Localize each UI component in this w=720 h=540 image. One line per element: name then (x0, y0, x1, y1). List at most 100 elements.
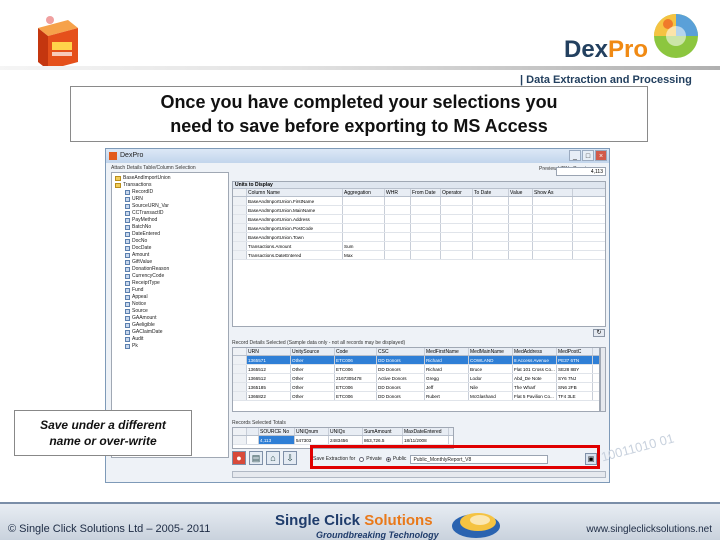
horizontal-scrollbar[interactable] (232, 471, 606, 478)
table-row[interactable]: BaseAndImportUnion.FirstName (233, 197, 605, 206)
table-row[interactable]: Transactions.DateEntered Max (233, 251, 605, 260)
tree-node[interactable]: URN (115, 196, 228, 203)
close-button[interactable]: × (595, 150, 607, 161)
table-cell: Active Donors (377, 374, 425, 382)
tree-node[interactable]: Transactions (115, 182, 228, 189)
footer: © Single Click Solutions Ltd – 2005- 201… (0, 502, 720, 540)
table-cell: TF4 3LE (557, 392, 593, 400)
column-header[interactable]: MedFirstName (425, 348, 469, 355)
table-cell: 8 Access Avenue (513, 356, 557, 364)
tree-node[interactable]: Notice (115, 301, 228, 308)
column-header[interactable]: MedMainName (469, 348, 513, 355)
column-header[interactable]: Operator (441, 189, 473, 196)
tree-node[interactable]: Fund (115, 287, 228, 294)
table-cell (343, 206, 385, 214)
table-row[interactable]: BaseAndImportUnion.Town (233, 233, 605, 242)
table-cell (509, 242, 533, 250)
export-icon[interactable]: ⇩ (283, 451, 297, 465)
column-header[interactable]: WHR (385, 189, 411, 196)
table-row[interactable]: 1366512 Other 2167305478 Active Donors Gregg… (233, 374, 599, 383)
tree-node[interactable]: DateEntered (115, 231, 228, 238)
column-header[interactable]: Value (509, 189, 533, 196)
column-header[interactable]: UnitySource (291, 348, 335, 355)
column-header[interactable]: SumAmount (363, 428, 403, 435)
column-header[interactable]: UNIQnum (295, 428, 329, 435)
maximize-button[interactable]: □ (582, 150, 594, 161)
tree-node[interactable]: BaseAndImportUnion (115, 175, 228, 182)
tree-node[interactable]: Appeal (115, 294, 228, 301)
table-cell: ETC006 (335, 383, 377, 391)
column-header[interactable]: Aggregation (343, 189, 385, 196)
column-header[interactable]: Code (335, 348, 377, 355)
save-area-highlight (310, 445, 600, 469)
column-header[interactable]: MedPostC (557, 348, 593, 355)
open-folder-icon[interactable]: ▤ (249, 451, 263, 465)
checkbox-icon (125, 274, 130, 279)
table-row[interactable]: 1366822 Other ETC006 DD Donors Rubert McGlash… (233, 392, 599, 401)
column-header[interactable]: URN (247, 348, 291, 355)
checkbox-icon (125, 239, 130, 244)
minimize-button[interactable]: _ (569, 150, 581, 161)
dexpro-tagline: | Data Extraction and Processing (520, 74, 692, 86)
table-row[interactable]: Transactions.Amount Sum (233, 242, 605, 251)
tree-node[interactable]: Source (115, 308, 228, 315)
column-header[interactable]: CSC (377, 348, 425, 355)
column-header[interactable]: Show As (533, 189, 573, 196)
table-row[interactable]: 1365185 Other ETC006 DD Donors Jeff Nile The W… (233, 383, 599, 392)
record-details-grid[interactable]: URN UnitySource Code CSC MedFirstName MedMain… (232, 347, 600, 412)
table-row[interactable]: BaseAndImportUnion.Address (233, 215, 605, 224)
tree-node[interactable]: Amount (115, 252, 228, 259)
table-cell: DD Donors (377, 365, 425, 373)
tree-node[interactable]: PayMethod (115, 217, 228, 224)
grid-columns: Column Name Aggregation WHR From Date Operat… (233, 189, 605, 197)
column-header[interactable]: UNIQs (329, 428, 363, 435)
column-header[interactable]: From Date (411, 189, 441, 196)
table-row[interactable]: BaseAndImportUnion.PostCode (233, 224, 605, 233)
column-header[interactable]: MedAddress (513, 348, 557, 355)
bottom-toolbar: ● ▤ ⌂ ⇩ (232, 451, 297, 465)
decorative-digits: 10011010 01 (599, 430, 676, 465)
table-cell (411, 242, 441, 250)
tree-node[interactable]: ReceiptType (115, 280, 228, 287)
tree-node[interactable]: DocDate (115, 245, 228, 252)
tree-node[interactable]: GAeligible (115, 322, 228, 329)
refresh-button[interactable]: ↻ (593, 329, 605, 337)
record-grid-scrollbar[interactable] (600, 347, 606, 412)
table-row[interactable]: 4,113 547303 2483456 863,726.5 18/11/2008 (233, 436, 453, 445)
table-row[interactable]: 1365512 Other ETC006 DD Donors Richard Bruce F… (233, 365, 599, 374)
checkbox-icon (125, 218, 130, 223)
tree-node[interactable]: RecordID (115, 189, 228, 196)
home-icon[interactable]: ⌂ (266, 451, 280, 465)
company-name: Single Click Solutions (275, 512, 433, 529)
table-row[interactable]: BaseAndImportUnion.MainName (233, 206, 605, 215)
row-header (233, 356, 247, 364)
table-cell (509, 206, 533, 214)
tree-node[interactable]: Pk (115, 343, 228, 350)
tree-node[interactable]: Audit (115, 336, 228, 343)
preview-urns-count-field[interactable]: 4,113 (556, 167, 606, 176)
table-row[interactable]: 1365571 Other ETC006 DD Donors Richard COWLAN… (233, 356, 599, 365)
stop-icon[interactable]: ● (232, 451, 246, 465)
units-to-display-grid[interactable]: Units to Display Column Name Aggregation W… (232, 181, 606, 327)
row-header (233, 189, 247, 196)
tree-node[interactable]: DonationReason (115, 266, 228, 273)
tree-node[interactable]: SourceURN_Var (115, 203, 228, 210)
tree-node[interactable]: DocNo (115, 238, 228, 245)
column-header[interactable]: MaxDateEntered (403, 428, 449, 435)
tree-node[interactable]: CurrencyCode (115, 273, 228, 280)
tree-node[interactable]: GAAmount (115, 315, 228, 322)
column-header[interactable]: Column Name (247, 189, 343, 196)
tree-node[interactable]: GAClaimDate (115, 329, 228, 336)
record-details-caption: Record Details Selected (Sample data onl… (232, 340, 406, 346)
table-cell: 1365512 (247, 365, 291, 373)
column-header[interactable]: SOURCE No (259, 428, 295, 435)
column-header[interactable] (247, 428, 259, 435)
instruction-callout: Once you have completed your selections … (70, 86, 648, 142)
table-cell: 1365185 (247, 383, 291, 391)
copyright-text: © Single Click Solutions Ltd – 2005- 201… (8, 523, 211, 535)
tree-node[interactable]: CCTransactID (115, 210, 228, 217)
tree-node[interactable]: BatchNo (115, 224, 228, 231)
table-cell: SN6 2FB (557, 383, 593, 391)
tree-node[interactable]: GiftValue (115, 259, 228, 266)
column-header[interactable]: To Date (473, 189, 509, 196)
